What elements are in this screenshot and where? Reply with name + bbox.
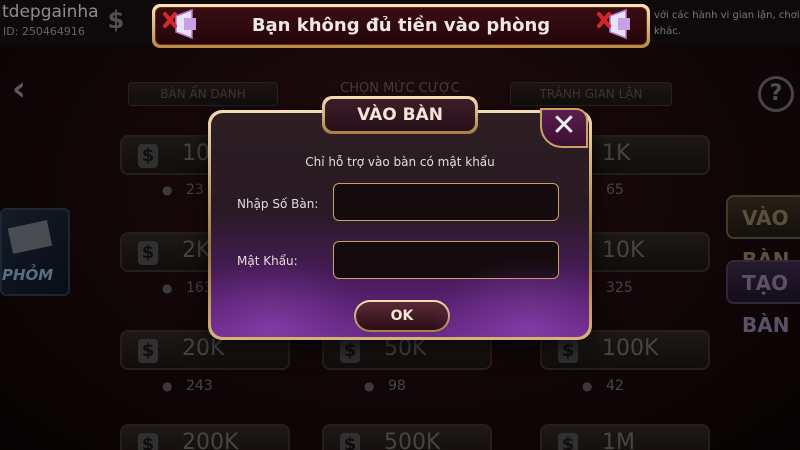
toast-message: Bạn không đủ tiền vào phòng xyxy=(251,15,551,36)
toast-notification: Bạn không đủ tiền vào phòng xyxy=(152,4,650,48)
dialog-hint: Chỉ hỗ trợ vào bàn có mật khẩu xyxy=(305,155,495,169)
speaker-x-icon xyxy=(597,8,630,40)
speaker-x-icon xyxy=(163,8,196,40)
ok-button[interactable]: OK xyxy=(354,300,450,332)
table-number-label: Nhập Số Bàn: xyxy=(237,197,319,211)
dialog-body: Chỉ hỗ trợ vào bàn có mật khẩu Nhập Số B… xyxy=(211,113,589,337)
password-input[interactable] xyxy=(333,241,559,279)
dialog-title-plate: VÀO BÀN xyxy=(322,96,478,134)
dialog-title: VÀO BÀN xyxy=(325,99,475,131)
ok-button-label: OK xyxy=(356,302,448,330)
toast-panel: Bạn không đủ tiền vào phòng xyxy=(155,7,647,45)
close-icon[interactable]: ✕ xyxy=(540,108,588,148)
table-number-input[interactable] xyxy=(333,183,559,221)
password-label: Mật Khẩu: xyxy=(237,254,298,268)
join-table-dialog: Chỉ hỗ trợ vào bàn có mật khẩu Nhập Số B… xyxy=(208,110,592,340)
